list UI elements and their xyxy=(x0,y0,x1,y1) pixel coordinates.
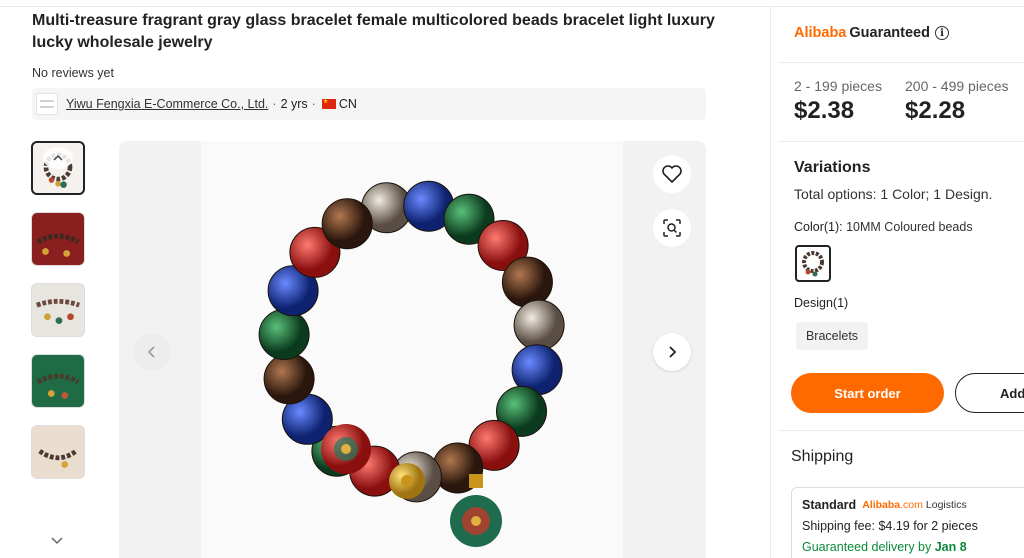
divider xyxy=(778,141,1024,142)
shipping-fee: Shipping fee: $4.19 for 2 pieces xyxy=(802,519,978,533)
favorite-button[interactable] xyxy=(653,155,691,193)
image-search-icon xyxy=(663,219,681,237)
guaranteed-label: Guaranteed xyxy=(849,25,930,41)
color-swatch-selected[interactable] xyxy=(795,245,831,282)
chevron-down-icon xyxy=(51,537,63,545)
alibaba-brand: Alibaba xyxy=(794,25,847,41)
separator-dot: · xyxy=(311,97,316,111)
supplier-bar: Yiwu Fengxia E-Commerce Co., Ltd. · 2 yr… xyxy=(32,88,706,120)
start-order-button[interactable]: Start order xyxy=(791,373,944,413)
shipping-heading: Shipping xyxy=(791,448,854,465)
thumb-scroll-down-button[interactable] xyxy=(46,532,68,550)
charm-gold xyxy=(389,463,425,499)
chevron-right-icon xyxy=(669,346,677,358)
logistics-label: Logistics xyxy=(925,499,967,511)
alibaba-guaranteed-badge[interactable]: Alibaba Guaranteed i xyxy=(794,25,949,41)
next-image-button[interactable] xyxy=(653,333,691,371)
separator-dot: · xyxy=(272,97,277,111)
china-flag-icon xyxy=(321,98,336,109)
shipping-method-row: Standard Alibaba .com Logistics xyxy=(802,498,1024,512)
bead xyxy=(263,353,315,405)
column-divider xyxy=(770,7,771,558)
delivery-date: Jan 8 xyxy=(934,540,967,554)
bead-ring xyxy=(258,180,565,503)
total-options-value: 1 Color; 1 Design. xyxy=(880,186,993,202)
tier-price: $2.28 xyxy=(905,97,966,124)
info-icon[interactable]: i xyxy=(934,26,949,40)
bracelet-thumb-image xyxy=(35,298,81,324)
color-count-label: Color(1): xyxy=(794,220,843,234)
divider xyxy=(778,430,1024,431)
image-search-button[interactable] xyxy=(653,209,691,247)
design-option-label: Design(1) xyxy=(794,296,849,310)
chevron-left-icon xyxy=(147,346,155,358)
shipping-method: Standard xyxy=(802,498,857,512)
tier-price: $2.38 xyxy=(794,97,855,124)
delivery-label: Guaranteed delivery by xyxy=(802,540,932,554)
tier-quantity: 200 - 499 pieces xyxy=(905,78,1009,94)
color-selected-value: 10MM Coloured beads xyxy=(846,220,973,234)
color-option-label: Color(1): 10MM Coloured beads xyxy=(794,220,973,234)
alibaba-logistics-brand: Alibaba xyxy=(862,499,901,511)
tier-quantity: 2 - 199 pieces xyxy=(794,78,882,94)
charm-red xyxy=(321,424,371,474)
supplier-name-link[interactable]: Yiwu Fengxia E-Commerce Co., Ltd. xyxy=(66,97,268,111)
thumbnail-5[interactable] xyxy=(31,425,85,479)
thumbnail-list xyxy=(31,141,87,496)
design-option-bracelets[interactable]: Bracelets xyxy=(796,322,868,350)
bracelet-thumb-image xyxy=(36,373,80,399)
price-tier-2: 200 - 499 pieces $2.28 xyxy=(905,78,1009,125)
thumb-scroll-up-button[interactable] xyxy=(43,147,73,169)
thumbnail-1[interactable] xyxy=(31,141,85,195)
top-border xyxy=(0,0,1024,7)
thumbnail-4[interactable] xyxy=(31,354,85,408)
shipping-option-card[interactable]: Standard Alibaba .com Logistics Shipping … xyxy=(791,487,1024,558)
heart-icon xyxy=(662,165,682,183)
previous-image-button[interactable] xyxy=(133,333,171,371)
thumbnail-3[interactable] xyxy=(31,283,85,337)
bead xyxy=(321,198,373,250)
bracelet-thumb-image xyxy=(38,449,78,468)
bracelet-swatch-image xyxy=(802,251,824,277)
chevron-up-icon xyxy=(53,154,63,161)
delivery-guarantee: Guaranteed delivery by Jan 8 xyxy=(802,540,1024,554)
total-options-label: Total options: xyxy=(794,186,877,202)
bracelet-thumb-image xyxy=(36,233,80,257)
supplier-country: CN xyxy=(338,97,357,111)
thumbnail-2[interactable] xyxy=(31,212,85,266)
bead xyxy=(501,256,553,308)
divider xyxy=(778,62,1024,63)
variations-total: Total options: 1 Color; 1 Design. xyxy=(794,186,992,202)
price-tier-1: 2 - 199 pieces $2.38 xyxy=(794,78,882,125)
supplier-years: 2 yrs xyxy=(280,97,308,111)
reviews-text: No reviews yet xyxy=(32,66,114,80)
bead xyxy=(258,309,310,360)
bracelet-image xyxy=(258,180,565,547)
product-title: Multi-treasure fragrant gray glass brace… xyxy=(32,12,715,51)
main-image-viewer xyxy=(119,141,706,558)
alibaba-logistics-domain: .com xyxy=(900,499,923,511)
product-photo[interactable] xyxy=(201,141,623,558)
add-to-cart-button[interactable]: Add xyxy=(955,373,1024,413)
variations-heading: Variations xyxy=(794,159,871,176)
bead xyxy=(513,299,565,351)
supplier-logo[interactable] xyxy=(36,93,58,115)
